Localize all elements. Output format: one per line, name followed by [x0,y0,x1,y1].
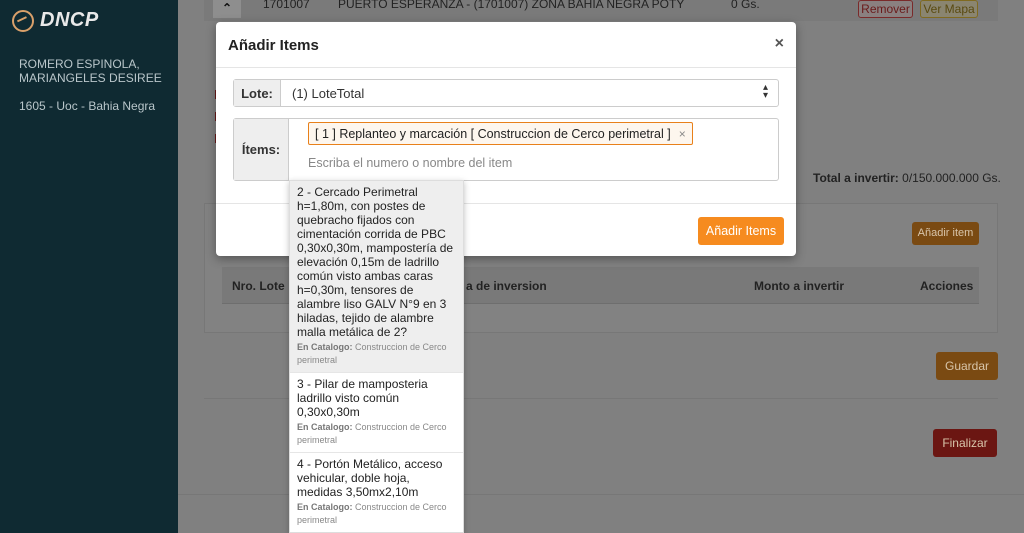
lote-value: (1) LoteTotal [292,86,365,101]
selected-item-tag: [ 1 ] Replanteo y marcación [ Construcci… [308,122,693,145]
lote-label: Lote: [234,80,281,106]
modal-header: Añadir Items × [216,22,796,68]
dncp-logo[interactable]: DNCP [12,9,99,32]
logo-text: DNCP [40,9,99,31]
anadir-items-button[interactable]: Añadir Items [698,217,784,245]
row-place: PUERTO ESPERANZA - (1701007) ZONA BAHIA … [338,0,685,11]
catalog-label: En Catalogo: [297,422,353,432]
lote-select[interactable]: Lote: (1) LoteTotal ▴ ▾ [233,79,779,107]
items-field[interactable]: Ítems: [ 1 ] Replanteo y marcación [ Con… [233,118,779,181]
col-inversion: a de inversion [466,279,547,293]
close-icon[interactable]: × [775,35,784,53]
user-name: ROMERO ESPINOLA, MARIANGELES DESIREE [19,57,162,85]
items-dropdown: 2 - Cercado Perimetral h=1,80m, con post… [289,180,464,533]
item-name: 3 - Pilar de mamposteria ladrillo visto … [297,377,428,419]
items-label: Ítems: [234,119,289,180]
total-label: Total a invertir: [813,171,899,185]
remover-button[interactable]: Remover [858,0,913,18]
modal-title: Añadir Items [228,37,319,54]
total-invertir: Total a invertir: 0/150.000.000 Gs. [813,171,1001,185]
tag-remove-icon[interactable]: × [679,127,686,141]
anadir-item-button[interactable]: Añadir item [912,222,979,245]
item-catalog: En Catalogo: Construccion de Cerco perim… [297,341,456,367]
tag-label: [ 1 ] Replanteo y marcación [ Construcci… [315,126,671,141]
catalog-label: En Catalogo: [297,342,353,352]
row-code: 1701007 [263,0,310,11]
row-amount: 0 Gs. [731,0,760,11]
list-item[interactable]: 2 - Cercado Perimetral h=1,80m, con post… [290,181,463,373]
item-name: 4 - Portón Metálico, acceso vehicular, d… [297,457,443,499]
guardar-button[interactable]: Guardar [936,352,998,380]
select-arrows-icon: ▴ ▾ [762,82,768,101]
user-unit: 1605 - Uoc - Bahia Negra [19,99,156,113]
catalog-label: En Catalogo: [297,502,353,512]
list-item[interactable]: 3 - Pilar de mamposteria ladrillo visto … [290,373,463,453]
col-nro-lote: Nro. Lote [232,279,285,293]
list-item[interactable]: 4 - Portón Metálico, acceso vehicular, d… [290,453,463,532]
col-acciones: Acciones [920,279,974,293]
items-search-input[interactable] [308,156,768,170]
logo-icon [12,9,34,32]
total-value: 0/150.000.000 Gs. [902,171,1001,185]
item-name: 2 - Cercado Perimetral h=1,80m, con post… [297,185,454,339]
item-catalog: En Catalogo: Construccion de Cerco perim… [297,501,456,527]
sidebar: DNCP ROMERO ESPINOLA, MARIANGELES DESIRE… [0,0,178,533]
item-catalog: En Catalogo: Construccion de Cerco perim… [297,421,456,447]
finalizar-button[interactable]: Finalizar [933,429,997,457]
collapse-button[interactable]: ⌃ [213,0,241,18]
ver-mapa-button[interactable]: Ver Mapa [920,0,978,18]
col-monto: Monto a invertir [754,279,845,293]
